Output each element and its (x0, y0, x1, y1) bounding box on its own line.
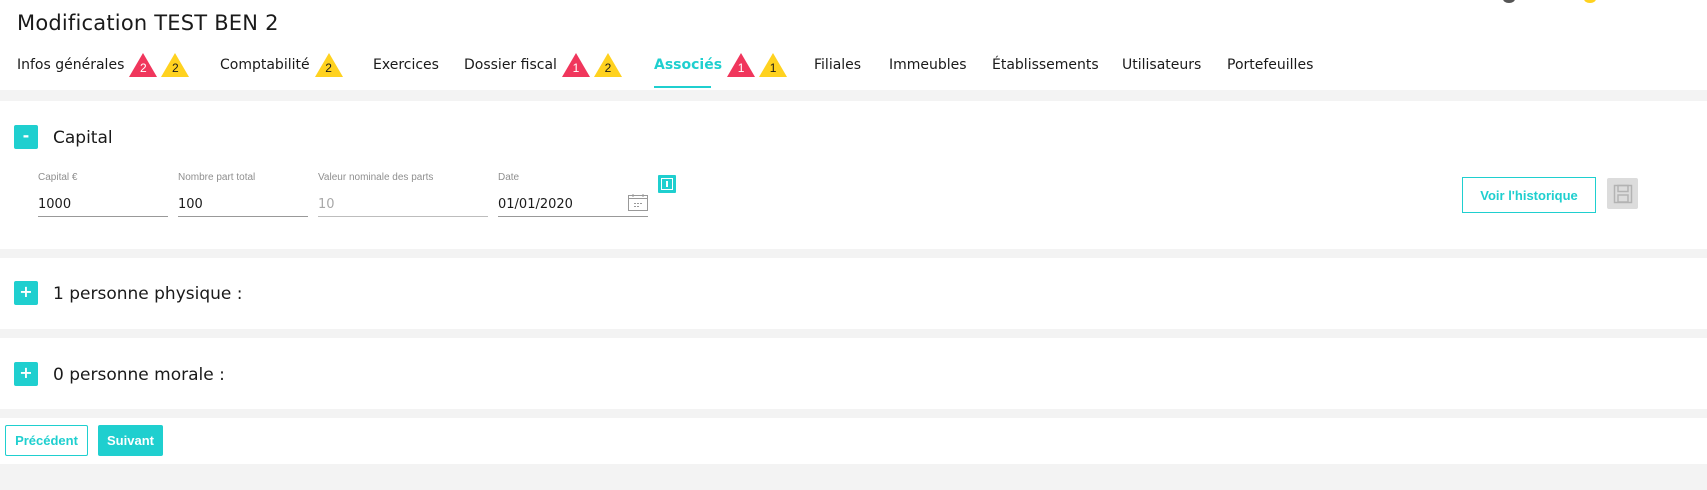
top-decoration (1503, 0, 1515, 3)
tab-filiales[interactable]: Filiales (814, 48, 889, 82)
save-icon[interactable] (1607, 178, 1638, 209)
tab-label: Infos générales (17, 57, 125, 73)
tab-infos-generales[interactable]: Infos générales 2 2 (17, 48, 220, 82)
error-badge-icon: 2 (128, 52, 158, 78)
field-label: Date (498, 172, 520, 183)
warning-badge-icon: 2 (160, 52, 190, 78)
tab-etablissements[interactable]: Établissements (992, 48, 1122, 82)
tab-label: Immeubles (889, 57, 967, 73)
warning-badge-icon: 2 (314, 52, 344, 78)
capital-input[interactable] (38, 193, 168, 217)
calendar-icon[interactable] (628, 194, 648, 211)
tab-label: Utilisateurs (1122, 57, 1202, 73)
tab-portefeuilles[interactable]: Portefeuilles (1227, 48, 1337, 82)
page-title: Modification TEST BEN 2 (17, 11, 279, 35)
tab-comptabilite[interactable]: Comptabilité 2 (220, 48, 373, 82)
section-title: 0 personne morale : (53, 365, 225, 385)
tab-label: Exercices (373, 57, 439, 73)
top-decoration (1584, 0, 1596, 3)
footer-bar: Précédent Suivant (0, 418, 1707, 464)
tab-label: Dossier fiscal (464, 57, 557, 73)
section-title: 1 personne physique : (53, 284, 243, 304)
info-icon[interactable] (658, 175, 676, 193)
section-title: Capital (53, 128, 113, 148)
tab-label: Associés (654, 57, 723, 73)
date-input[interactable] (498, 193, 648, 217)
expand-button[interactable]: + (14, 362, 38, 386)
tab-bar: Infos générales 2 2 Comptabilité 2 Exerc… (17, 48, 1337, 88)
personne-physique-section: + 1 personne physique : (0, 258, 1707, 329)
tab-immeubles[interactable]: Immeubles (889, 48, 992, 82)
suivant-button[interactable]: Suivant (98, 425, 163, 456)
tab-utilisateurs[interactable]: Utilisateurs (1122, 48, 1227, 82)
tab-exercices[interactable]: Exercices (373, 48, 464, 82)
field-label: Capital € (38, 172, 78, 183)
valeur-nominale-field: Valeur nominale des parts (318, 172, 488, 217)
precedent-button[interactable]: Précédent (5, 425, 88, 456)
capital-section: - Capital Capital € Nombre part total Va… (0, 101, 1707, 249)
error-badge-icon: 1 (726, 52, 756, 78)
expand-button[interactable]: + (14, 281, 38, 305)
tab-label: Portefeuilles (1227, 57, 1314, 73)
collapse-button[interactable]: - (14, 125, 38, 149)
tab-label: Établissements (992, 57, 1099, 73)
warning-badge-icon: 1 (758, 52, 788, 78)
voir-historique-button[interactable]: Voir l'historique (1462, 177, 1596, 213)
warning-badge-icon: 2 (593, 52, 623, 78)
error-badge-icon: 1 (561, 52, 591, 78)
date-field: Date (498, 172, 648, 217)
field-label: Nombre part total (178, 172, 256, 183)
tab-associes[interactable]: Associés 1 1 (654, 48, 814, 88)
nombre-parts-field: Nombre part total (178, 172, 308, 217)
valeur-nominale-input (318, 193, 488, 217)
personne-morale-section: + 0 personne morale : (0, 338, 1707, 409)
tab-dossier-fiscal[interactable]: Dossier fiscal 1 2 (464, 48, 654, 82)
nombre-parts-input[interactable] (178, 193, 308, 217)
tab-label: Filiales (814, 57, 862, 73)
page-header: Modification TEST BEN 2 Infos générales … (0, 0, 1707, 90)
capital-field: Capital € (38, 172, 168, 217)
field-label: Valeur nominale des parts (318, 172, 434, 183)
tab-label: Comptabilité (220, 57, 310, 73)
